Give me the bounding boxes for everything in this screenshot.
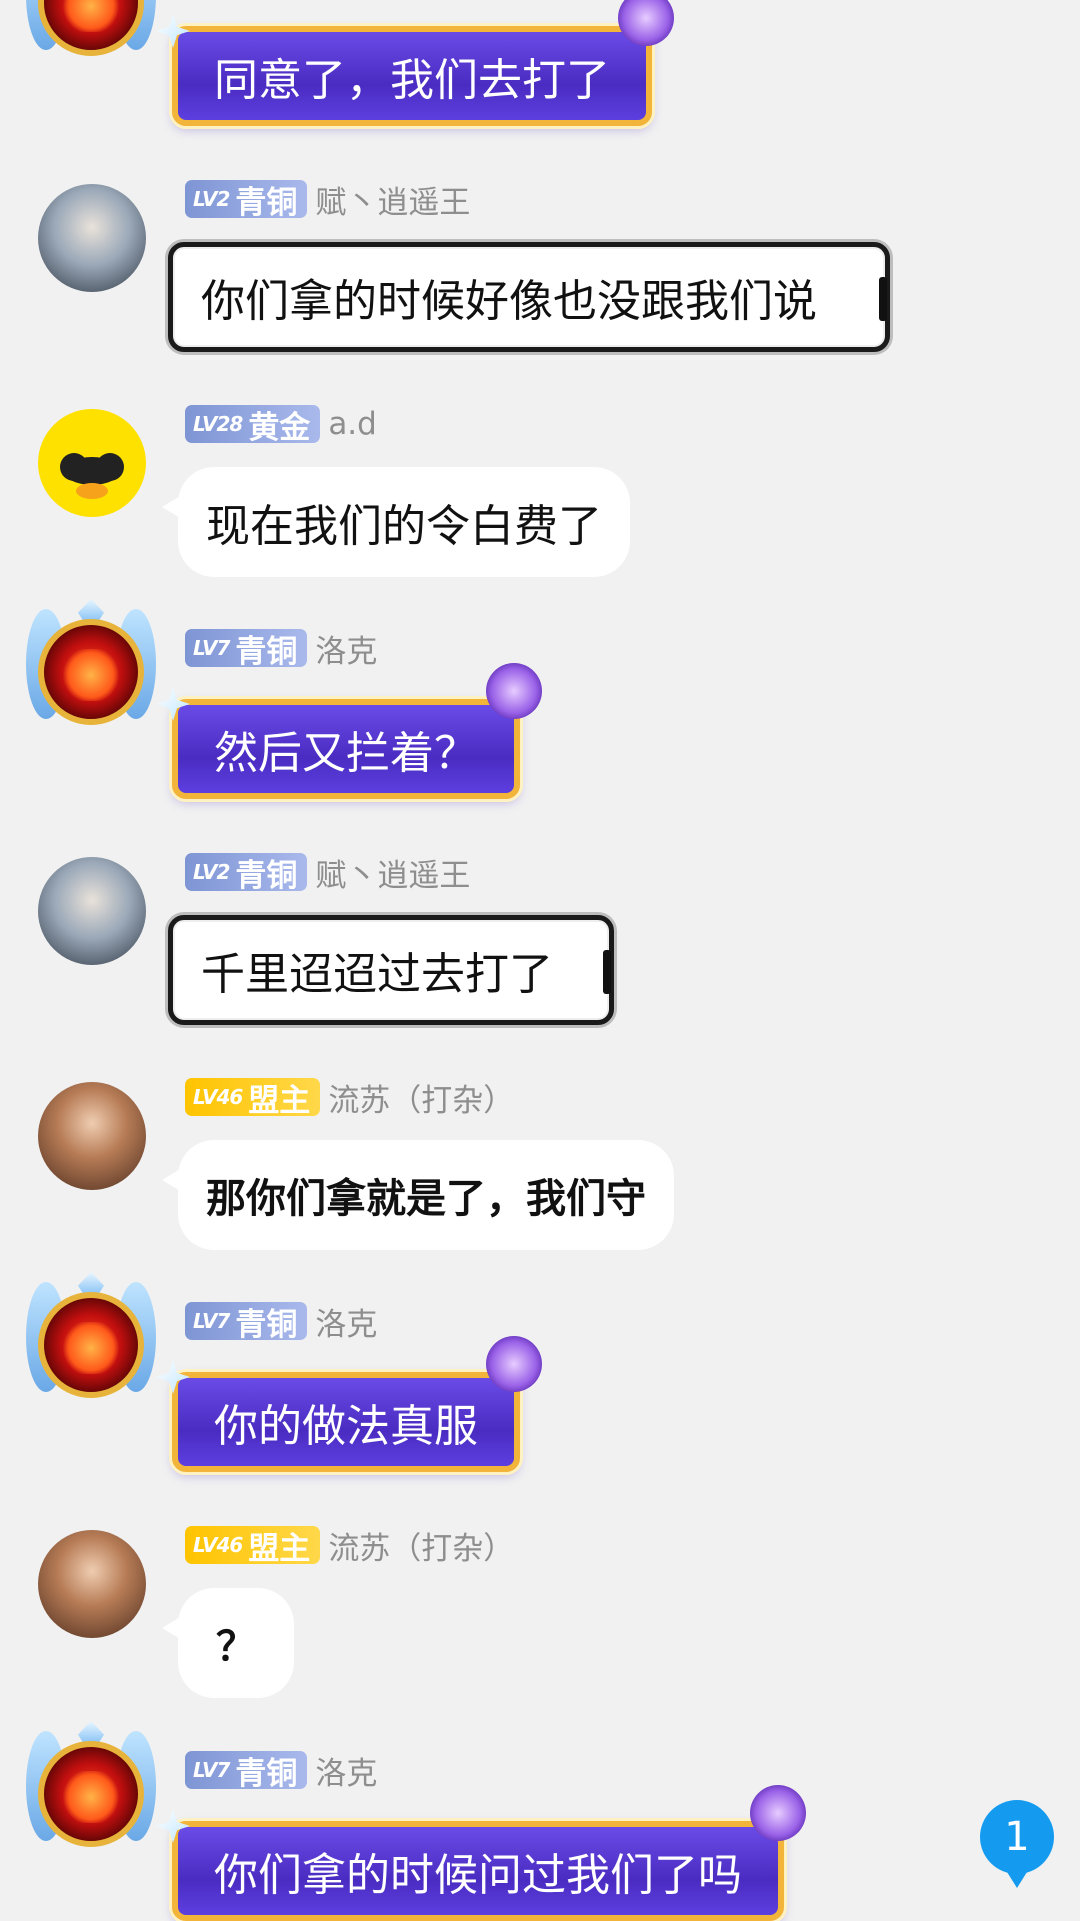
avatar[interactable] <box>38 1530 146 1638</box>
bubble-decoration-icon <box>618 0 674 46</box>
sender-name[interactable]: 洛克 <box>315 626 377 671</box>
sender-name[interactable]: 洛克 <box>315 1299 377 1344</box>
rank-title: 盟主 <box>248 1082 311 1119</box>
avatar[interactable] <box>38 857 146 965</box>
message-text: 现在我们的令白费了 <box>206 501 602 552</box>
sparkle-icon <box>156 1360 190 1394</box>
rank-title: 青铜 <box>235 857 298 894</box>
bubble-decoration-icon <box>750 1785 806 1841</box>
avatar-frame-luoke[interactable] <box>26 1272 156 1412</box>
level-number: LV7 <box>193 1758 230 1782</box>
sender-meta: LV2 青铜 赋丶逍遥王 <box>185 180 470 221</box>
level-badge: LV7 青铜 <box>185 1302 308 1343</box>
avatar-face <box>60 649 122 701</box>
bubble-decoration-icon <box>486 1336 542 1392</box>
avatar-frame-luoke[interactable] <box>26 0 156 70</box>
sparkle-icon <box>156 687 190 721</box>
avatar[interactable] <box>38 1082 146 1190</box>
sender-meta: LV7 青铜 洛克 <box>185 1751 377 1792</box>
sparkle-icon <box>156 1809 190 1843</box>
rank-title: 青铜 <box>235 633 298 670</box>
rank-title: 黄金 <box>248 409 311 446</box>
level-number: LV46 <box>193 1085 243 1109</box>
message-bubble[interactable]: 然后又拦着？ <box>156 663 542 799</box>
message-text: 同意了，我们去打了 <box>214 55 610 106</box>
level-badge: LV46 盟主 <box>185 1526 321 1567</box>
message-bubble[interactable]: 你的做法真服 <box>156 1336 542 1472</box>
avatar-frame-luoke[interactable] <box>26 1721 156 1861</box>
message-bubble[interactable]: 你们拿的时候好像也没跟我们说 <box>168 242 890 352</box>
rank-title: 青铜 <box>235 1306 298 1343</box>
rank-title: 盟主 <box>248 1530 311 1567</box>
sender-meta: LV7 青铜 洛克 <box>185 1302 377 1343</box>
level-badge: LV7 青铜 <box>185 1751 308 1792</box>
message-bubble[interactable]: ？ <box>162 1588 294 1698</box>
message-text: 你们拿的时候问过我们了吗 <box>214 1850 742 1901</box>
sender-meta: LV46 盟主 流苏（打杂） <box>185 1078 514 1119</box>
avatar-frame-luoke[interactable] <box>26 599 156 739</box>
message-bubble[interactable]: 千里迢迢过去打了 <box>168 915 614 1025</box>
level-badge: LV46 盟主 <box>185 1078 321 1119</box>
message-text: 你的做法真服 <box>214 1401 478 1452</box>
level-number: LV7 <box>193 1309 230 1333</box>
sender-name[interactable]: 洛克 <box>315 1748 377 1793</box>
message-bubble[interactable]: 同意了，我们去打了 <box>156 0 674 126</box>
message-bubble[interactable]: 那你们拿就是了，我们守 <box>162 1140 674 1250</box>
level-badge: LV2 青铜 <box>185 180 308 221</box>
sparkle-icon <box>156 14 190 48</box>
sender-name[interactable]: 流苏（打杂） <box>328 1075 514 1120</box>
message-text: 你们拿的时候好像也没跟我们说 <box>201 276 817 327</box>
message-text: 千里迢迢过去打了 <box>201 949 553 1000</box>
level-number: LV2 <box>193 187 230 211</box>
message-bubble[interactable]: 你们拿的时候问过我们了吗 <box>156 1785 806 1921</box>
message-text: 然后又拦着？ <box>214 728 478 779</box>
message-text: ？ <box>216 1623 256 1670</box>
sender-name[interactable]: a.d <box>328 406 377 442</box>
rank-title: 青铜 <box>235 1755 298 1792</box>
bubble-decoration-icon <box>486 663 542 719</box>
sender-meta: LV2 青铜 赋丶逍遥王 <box>185 853 470 894</box>
sender-meta: LV46 盟主 流苏（打杂） <box>185 1526 514 1567</box>
unread-count-badge[interactable]: 1 <box>980 1800 1054 1888</box>
level-badge: LV2 青铜 <box>185 853 308 894</box>
sender-name[interactable]: 流苏（打杂） <box>328 1523 514 1568</box>
avatar-face <box>60 1322 122 1374</box>
level-number: LV2 <box>193 860 230 884</box>
message-text: 那你们拿就是了，我们守 <box>206 1175 646 1222</box>
level-badge: LV28 黄金 <box>185 405 321 446</box>
avatar[interactable] <box>38 184 146 292</box>
level-number: LV7 <box>193 636 230 660</box>
sender-name[interactable]: 赋丶逍遥王 <box>315 177 470 222</box>
sender-name[interactable]: 赋丶逍遥王 <box>315 850 470 895</box>
level-badge: LV7 青铜 <box>185 629 308 670</box>
rank-title: 青铜 <box>235 184 298 221</box>
level-number: LV46 <box>193 1533 243 1557</box>
duck-face-icon <box>60 453 124 499</box>
avatar-face <box>60 0 122 32</box>
sender-meta: LV7 青铜 洛克 <box>185 629 377 670</box>
sender-meta: LV28 黄金 a.d <box>185 405 377 446</box>
message-bubble[interactable]: 现在我们的令白费了 <box>162 467 630 577</box>
level-number: LV28 <box>193 412 243 436</box>
avatar-face <box>60 1771 122 1823</box>
avatar[interactable] <box>38 409 146 517</box>
